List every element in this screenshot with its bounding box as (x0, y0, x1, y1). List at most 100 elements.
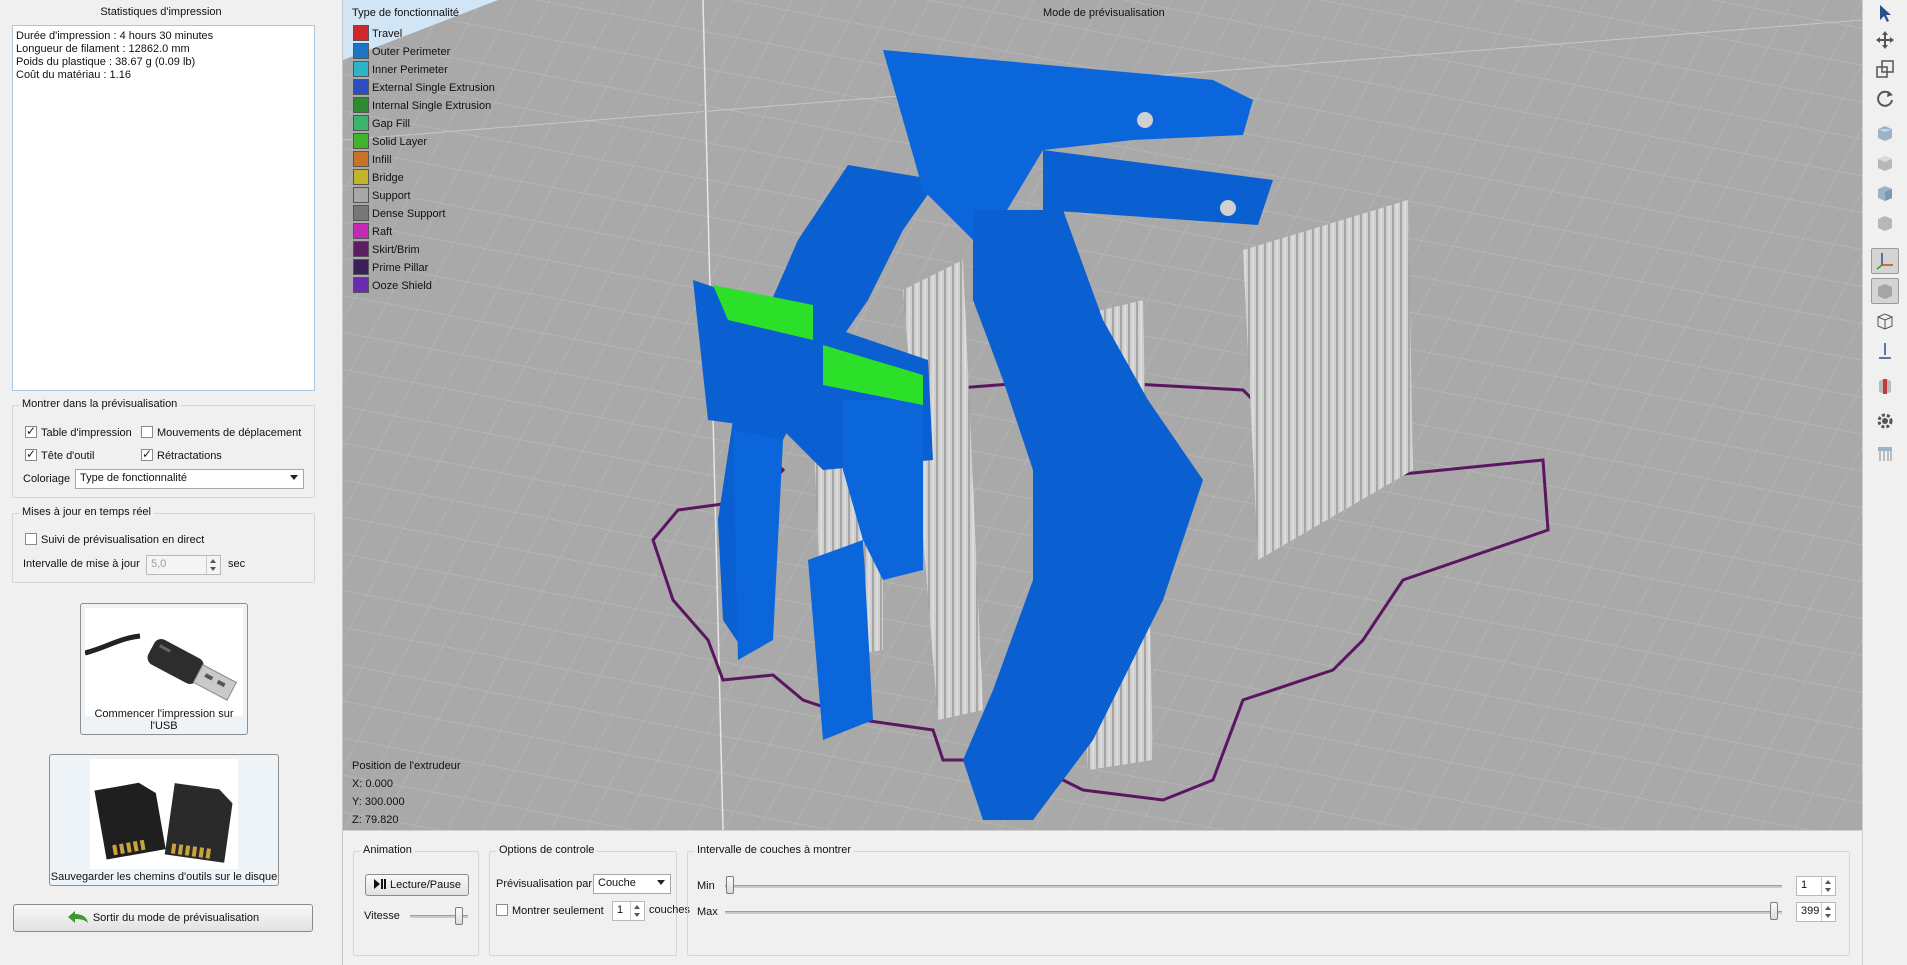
usb-print-label: Commencer l'impression sur l'USB (94, 708, 234, 732)
stat-line: Poids du plastique : 38.67 g (0.09 lb) (16, 56, 196, 68)
speed-slider-handle[interactable] (455, 907, 463, 925)
min-layer-slider-handle[interactable] (726, 876, 734, 894)
axes-icon[interactable] (1871, 248, 1899, 274)
save-toolpaths-button[interactable]: Sauvegarder les chemins d'outils sur le … (49, 754, 279, 886)
travel-checkbox[interactable] (141, 426, 153, 438)
legend-label: Prime Pillar (372, 262, 429, 274)
chevron-down-icon (634, 913, 640, 917)
min-layer-slider[interactable] (725, 885, 1782, 888)
bottom-controls: Animation Lecture/Pause Vitesse Options … (343, 830, 1862, 965)
interval-stepper[interactable] (206, 556, 220, 574)
coloring-value: Type de fonctionnalité (80, 472, 188, 484)
legend-swatch (353, 115, 369, 131)
retract-checkbox[interactable] (141, 447, 153, 461)
travel-option[interactable]: Mouvements de déplacement (141, 426, 301, 439)
head-option[interactable]: Tête d'outil (25, 447, 94, 462)
play-pause-icon (373, 877, 387, 897)
max-layer-slider-handle[interactable] (1770, 902, 1778, 920)
legend-swatch (353, 259, 369, 275)
exit-preview-button[interactable]: Sortir du mode de prévisualisation (13, 904, 313, 932)
coloring-label: Coloriage (23, 473, 71, 485)
move-icon[interactable] (1871, 27, 1899, 53)
show-only-stepper[interactable] (630, 902, 644, 920)
preview-by-select[interactable]: Couche (593, 874, 671, 894)
preview-by-value: Couche (598, 877, 636, 889)
preview-by-label: Prévisualisation par (496, 878, 592, 890)
legend-label: Infill (372, 154, 392, 166)
legend-label: Internal Single Extrusion (372, 100, 492, 112)
view-side-icon[interactable] (1871, 180, 1899, 206)
legend-label: Dense Support (372, 208, 446, 220)
chevron-up-icon (1825, 906, 1831, 910)
rotate-icon[interactable] (1871, 85, 1899, 111)
stats-textbox[interactable]: Durée d'impression : 4 hours 30 minutes … (12, 25, 315, 391)
extruder-y: Y: 300.000 (352, 796, 405, 808)
layer-pin-icon[interactable] (1871, 338, 1899, 364)
retract-label: Rétractations (157, 450, 222, 462)
min-layer-stepper[interactable] (1821, 877, 1835, 895)
stats-title: Statistiques d'impression (100, 6, 222, 18)
view-top-icon[interactable] (1871, 150, 1899, 176)
legend-item: Gap Fill (353, 115, 410, 131)
show-only-option[interactable]: Montrer seulement (496, 904, 604, 917)
extruder-x: X: 0.000 (352, 778, 393, 790)
solid-view-icon[interactable] (1871, 278, 1899, 304)
play-pause-button[interactable]: Lecture/Pause (365, 874, 469, 896)
legend-item: Support (353, 187, 411, 203)
bed-option[interactable]: Table d'impression (25, 424, 132, 439)
max-layer-spinbox[interactable]: 399 (1796, 902, 1836, 922)
play-pause-label: Lecture/Pause (390, 879, 461, 891)
supports-icon[interactable] (1871, 440, 1899, 466)
scale-icon[interactable] (1871, 56, 1899, 82)
preview-viewport[interactable]: Type de fonctionnalité Travel Outer Perim… (343, 0, 1862, 830)
view-iso-icon[interactable] (1871, 210, 1899, 236)
live-checkbox[interactable] (25, 533, 37, 545)
usb-print-button[interactable]: Commencer l'impression sur l'USB (80, 603, 248, 735)
show-group: Montrer dans la prévisualisation Table d… (12, 398, 315, 498)
show-only-spinbox[interactable]: 1 (612, 901, 645, 921)
back-arrow-icon (67, 908, 89, 934)
legend-label: External Single Extrusion (372, 82, 495, 94)
legend-item: Skirt/Brim (353, 241, 420, 257)
extruder-z: Z: 79.820 (352, 814, 399, 826)
live-option[interactable]: Suivi de prévisualisation en direct (25, 533, 204, 546)
bed-checkbox[interactable] (25, 424, 37, 438)
legend-item: Travel (353, 25, 402, 41)
show-only-label: Montrer seulement (512, 905, 604, 917)
view-front-icon[interactable] (1871, 120, 1899, 146)
chevron-up-icon (634, 905, 640, 909)
legend-swatch (353, 79, 369, 95)
max-layer-slider[interactable] (725, 911, 1782, 914)
chevron-down-icon (210, 567, 216, 571)
legend-swatch (353, 187, 369, 203)
settings-icon[interactable] (1871, 408, 1899, 434)
legend-swatch (353, 205, 369, 221)
legend-swatch (353, 43, 369, 59)
interval-label: Intervalle de mise à jour (23, 558, 140, 570)
stat-line: Coût du matériau : 1.16 (16, 69, 131, 81)
retract-option[interactable]: Rétractations (141, 447, 222, 462)
legend-swatch (353, 151, 369, 167)
legend-item: Solid Layer (353, 133, 427, 149)
realtime-group: Mises à jour en temps réel Suivi de prév… (12, 506, 315, 583)
layers-unit: couches (649, 904, 690, 916)
interval-spinbox[interactable]: 5,0 (146, 555, 221, 575)
extruder-position: Position de l'extrudeur X: 0.000 Y: 300.… (352, 757, 461, 829)
interval-unit: sec (228, 558, 246, 570)
animation-title: Animation (360, 844, 415, 856)
layer-range-group: Intervalle de couches à montrer Min 1 Ma… (687, 844, 1850, 956)
wireframe-icon[interactable] (1871, 308, 1899, 334)
max-layer-stepper[interactable] (1821, 903, 1835, 921)
show-group-title: Montrer dans la prévisualisation (19, 398, 181, 410)
chevron-down-icon (1825, 888, 1831, 892)
travel-label: Mouvements de déplacement (157, 427, 302, 439)
coloring-select[interactable]: Type de fonctionnalité (75, 469, 304, 489)
cut-icon[interactable] (1871, 373, 1899, 399)
min-layer-spinbox[interactable]: 1 (1796, 876, 1836, 896)
legend-swatch (353, 169, 369, 185)
pointer-icon[interactable] (1871, 0, 1899, 26)
show-only-checkbox[interactable] (496, 904, 508, 916)
head-checkbox[interactable] (25, 447, 37, 461)
legend-swatch (353, 61, 369, 77)
legend-item: Bridge (353, 169, 404, 185)
